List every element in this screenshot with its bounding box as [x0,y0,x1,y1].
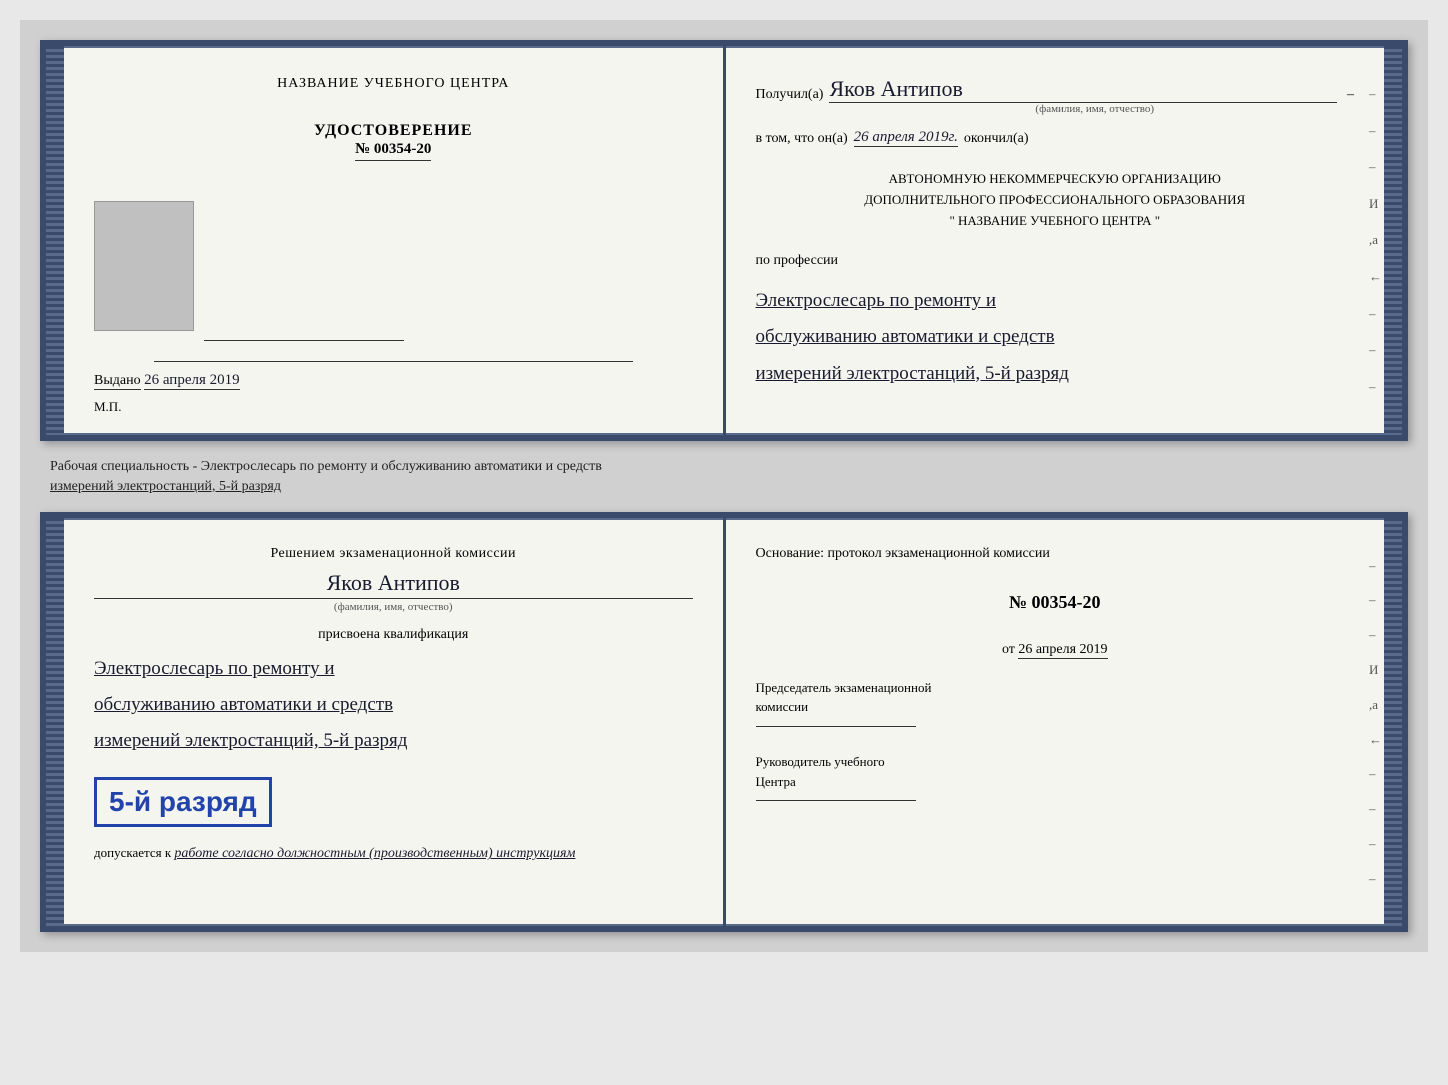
proto-num: № 00354-20 [756,588,1355,617]
qualification-block: Электрослесарь по ремонту и обслуживанию… [94,651,693,759]
prof-line3: измерений электростанций, 5-й разряд [94,723,693,759]
org-line1: АВТОНОМНУЮ НЕКОММЕРЧЕСКУЮ ОРГАНИЗАЦИЮ [756,169,1355,190]
bottom-right-marks: – – – И ,а ← – – – – [1369,548,1382,896]
vtom-date: 26 апреля 2019г. [854,129,958,147]
vtom-prefix: в том, что он(а) [756,131,848,147]
osnovanie-label: Основание: протокол экзаменационной коми… [756,543,1355,565]
vtom-block: в том, что он(а) 26 апреля 2019г. окончи… [756,129,1355,147]
spine-right [1384,46,1402,435]
middle-text2: измерений электростанций, 5-й разряд [50,479,281,494]
predsedatel-line2: комиссии [756,697,1355,717]
ot-line: от 26 апреля 2019 [756,639,1355,661]
spine-right-bottom [1384,518,1402,926]
org-name: " НАЗВАНИЕ УЧЕБНОГО ЦЕНТРА " [756,211,1355,232]
predsedatel-line1: Председатель экзаменационной [756,678,1355,698]
bottom-right-panel: Основание: протокол экзаменационной коми… [726,518,1385,926]
udostoverenie-block: УДОСТОВЕРЕНИЕ № 00354-20 [314,122,473,161]
vydano-line: Выдано 26 апреля 2019 [94,372,240,389]
org-line2: ДОПОЛНИТЕЛЬНОГО ПРОФЕССИОНАЛЬНОГО ОБРАЗО… [756,190,1355,211]
osnovanie-block: Основание: протокол экзаменационной коми… [756,543,1355,661]
predsedatel-block: Председатель экзаменационной комиссии [756,678,1355,737]
predsedatel-sign-line [756,726,916,727]
vydano-date: 26 апреля 2019 [144,372,240,390]
fio-handwritten-bottom: Яков Антипов [94,570,693,596]
resheniem-title: Решением экзаменационной комиссии [94,543,693,564]
prof-line2: обслуживанию автоматики и средств [94,687,693,723]
top-left-panel: НАЗВАНИЕ УЧЕБНОГО ЦЕНТРА УДОСТОВЕРЕНИЕ №… [64,46,726,435]
udostoverenie-title: УДОСТОВЕРЕНИЕ [314,122,473,140]
razryad-badge-block: 5-й разряд [94,767,693,837]
profession-line3: измерений электростанций, 5-й разряд [756,356,1355,392]
spine-left [46,46,64,435]
prof-line1: Электрослесарь по ремонту и [94,651,693,687]
rukovoditel-sign-line [756,800,916,801]
ot-date: 26 апреля 2019 [1018,642,1107,659]
right-side-marks: – – – И ,а ← – – – [1369,76,1382,405]
page-wrapper: НАЗВАНИЕ УЧЕБНОГО ЦЕНТРА УДОСТОВЕРЕНИЕ №… [20,20,1428,952]
po-professii: по профессии [756,253,1355,269]
left-center-title: НАЗВАНИЕ УЧЕБНОГО ЦЕНТРА [277,76,509,92]
bottom-certificate: Решением экзаменационной комиссии Яков А… [40,512,1408,932]
poluchil-label: Получил(а) [756,87,824,103]
poluchil-block: Получил(а) Яков Антипов – (фамилия, имя,… [756,76,1355,115]
dopuskaetsya-prefix: допускается к [94,845,171,860]
dopuskaetsya-block: допускается к работе согласно должностны… [94,845,693,862]
middle-text1: Рабочая специальность - Электрослесарь п… [50,459,602,474]
middle-text-block: Рабочая специальность - Электрослесарь п… [40,457,1408,496]
prisvoena: присвоена квалификация [94,627,693,643]
fio-sublabel-bottom: (фамилия, имя, отчество) [94,598,693,613]
razryad-badge: 5-й разряд [94,777,272,827]
rukovoditel-block: Руководитель учебного Центра [756,752,1355,811]
org-block: АВТОНОМНУЮ НЕКОММЕРЧЕСКУЮ ОРГАНИЗАЦИЮ ДО… [756,169,1355,231]
photo-placeholder [94,201,194,331]
mp-line: М.П. [94,399,121,415]
ot-label: от [1002,642,1015,657]
spine-left-bottom [46,518,64,926]
profession-line1: Электрослесарь по ремонту и [756,283,1355,319]
top-certificate: НАЗВАНИЕ УЧЕБНОГО ЦЕНТРА УДОСТОВЕРЕНИЕ №… [40,40,1408,441]
dopuskaetsya-italic: работе согласно должностным (производств… [174,846,575,861]
top-right-panel: Получил(а) Яков Антипов – (фамилия, имя,… [726,46,1385,435]
profession-line2: обслуживанию автоматики и средств [756,319,1355,355]
fio-sublabel-top: (фамилия, имя, отчество) [836,103,1355,115]
rukovoditel-line1: Руководитель учебного [756,752,1355,772]
certificate-number: № 00354-20 [355,141,431,161]
rukovoditel-line2: Центра [756,772,1355,792]
fio-handwritten-top: Яков Антипов [829,76,1337,103]
vydano-label: Выдано [94,373,141,390]
profession-block-top: Электрослесарь по ремонту и обслуживанию… [756,283,1355,391]
okochil-label: окончил(а) [964,131,1029,147]
bottom-left-panel: Решением экзаменационной комиссии Яков А… [64,518,726,926]
